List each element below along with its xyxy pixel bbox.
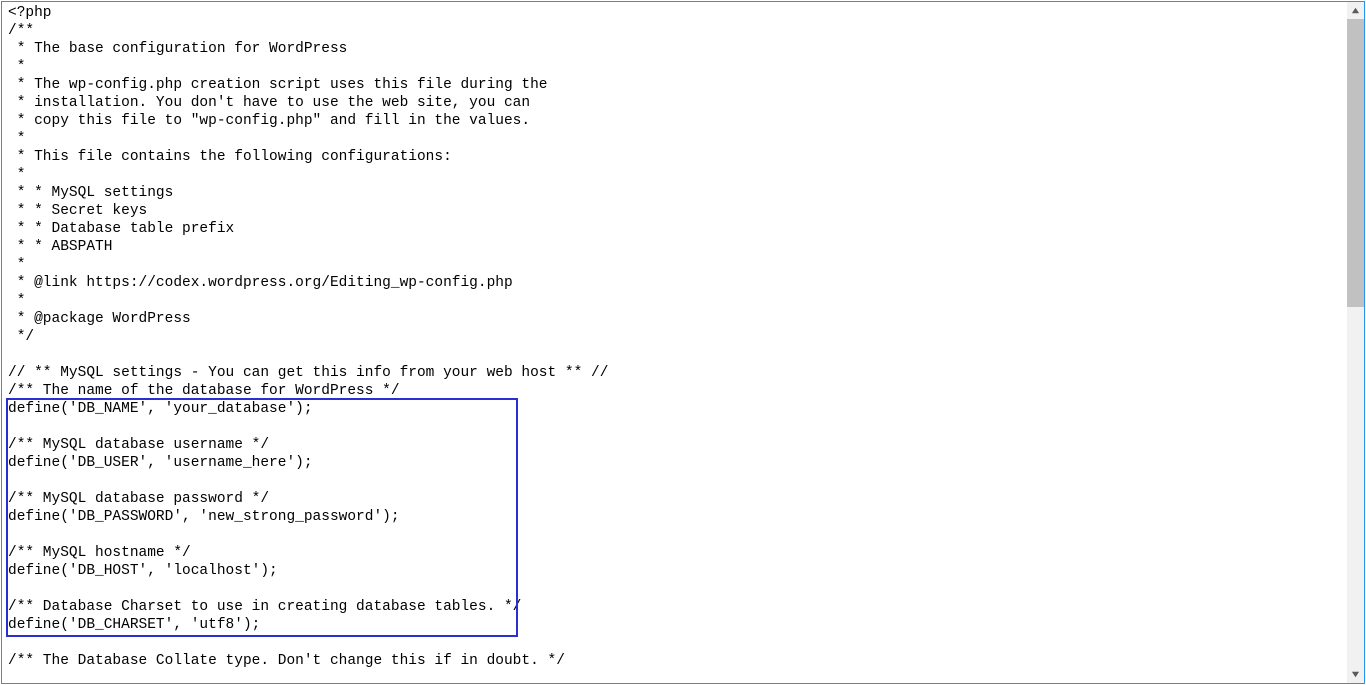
- annotation-arrow: [2, 676, 1347, 683]
- editor-window: <?php /** * The base configuration for W…: [1, 1, 1365, 684]
- code-viewport: <?php /** * The base configuration for W…: [2, 2, 1347, 683]
- vertical-scrollbar[interactable]: [1347, 2, 1364, 683]
- chevron-up-icon: [1351, 6, 1360, 15]
- code-content: <?php /** * The base configuration for W…: [2, 2, 1347, 676]
- scroll-down-button[interactable]: [1347, 666, 1364, 683]
- chevron-down-icon: [1351, 670, 1360, 679]
- scrollbar-thumb[interactable]: [1347, 19, 1364, 307]
- scroll-up-button[interactable]: [1347, 2, 1364, 19]
